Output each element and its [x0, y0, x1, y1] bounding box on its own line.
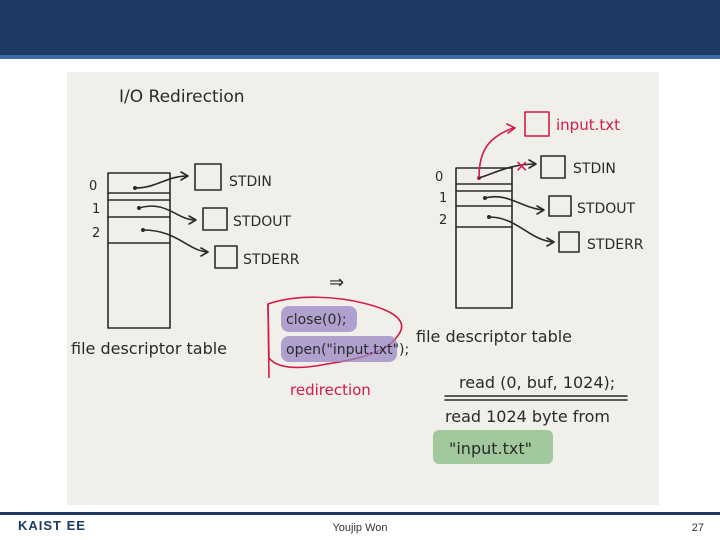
footer-line [0, 512, 720, 515]
right-index-1: 1 [439, 191, 447, 206]
right-target-stderr: STDERR [587, 237, 644, 253]
redirection-code-block: close(0); open("input.txt"); redirection [267, 296, 409, 399]
left-target-stdin: STDIN [229, 174, 272, 190]
read-description: read 1024 byte from [445, 407, 610, 426]
read-source: "input.txt" [449, 439, 532, 458]
left-index-2: 2 [92, 226, 100, 241]
transition-arrow: ⇒ [329, 272, 344, 293]
cross-mark: ✕ [515, 157, 528, 176]
left-index-1: 1 [92, 202, 100, 217]
code-line-close: close(0); [286, 312, 347, 328]
right-target-stdin: STDIN [573, 161, 616, 177]
right-table-caption: file descriptor table [416, 327, 572, 346]
author-name: Youjip Won [332, 522, 388, 534]
header-accent-line [0, 55, 720, 59]
right-fd-table: 0 1 2 [435, 167, 513, 309]
page-number: 27 [691, 522, 704, 534]
left-targets: STDIN STDOUT STDERR [194, 163, 300, 269]
left-table-caption: file descriptor table [71, 339, 227, 358]
header-bar [0, 0, 720, 55]
slide-title: I/O Redirection [119, 87, 245, 107]
left-index-0: 0 [89, 179, 97, 194]
right-targets: input.txt STDIN STDOUT STDERR [524, 111, 644, 253]
left-target-stdout: STDOUT [233, 214, 291, 230]
left-target-stderr: STDERR [243, 252, 300, 268]
handwritten-slide-image: I/O Redirection 0 1 2 STDIN STDOUT STDER… [67, 72, 659, 505]
right-target-stdout: STDOUT [577, 201, 635, 217]
read-call: read (0, buf, 1024); [459, 373, 615, 392]
code-line-open: open("input.txt"); [286, 342, 409, 358]
right-index-0: 0 [435, 170, 443, 185]
right-index-2: 2 [439, 213, 447, 228]
right-target-input: input.txt [556, 116, 620, 134]
redirection-label: redirection [290, 381, 371, 399]
left-fd-table: 0 1 2 [89, 172, 171, 329]
